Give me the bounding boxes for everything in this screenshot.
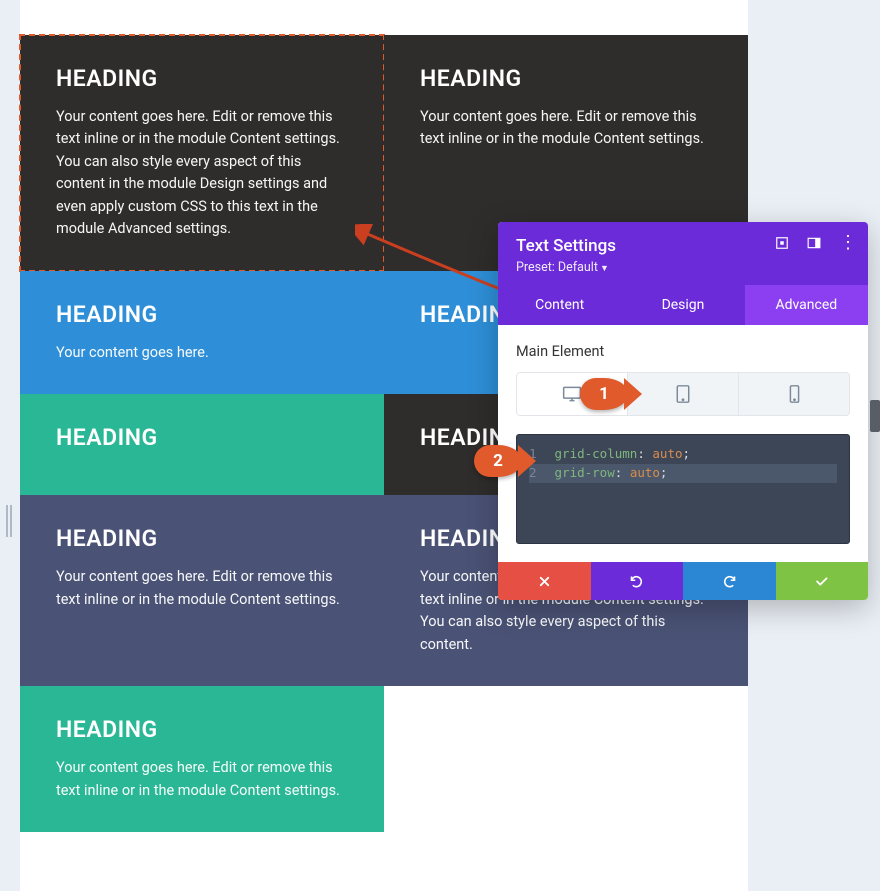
responsive-tabs [516, 372, 850, 416]
cell-body: Your content goes here. Edit or remove t… [420, 106, 712, 151]
close-icon [537, 574, 552, 589]
cell-body: Your content goes here. Edit or remove t… [56, 757, 348, 802]
cell-body: Your content goes here. [56, 342, 348, 364]
redo-icon [722, 574, 737, 589]
cell-body: Your content goes here. Edit or remove t… [56, 566, 348, 611]
text-settings-panel: Text Settings Preset: Default▼ ⋮ Content… [498, 222, 868, 600]
cell-heading: HEADING [56, 301, 348, 328]
chevron-down-icon: ▼ [600, 264, 609, 274]
cell-heading: HEADING [420, 65, 712, 92]
phone-icon [789, 385, 800, 403]
save-button[interactable] [776, 562, 869, 600]
scrollbar-thumb[interactable] [870, 400, 880, 432]
grid-cell-1[interactable]: HEADING Your content goes here. Edit or … [20, 35, 384, 271]
cell-heading: HEADING [56, 716, 348, 743]
tab-design[interactable]: Design [621, 285, 744, 325]
check-icon [814, 574, 829, 589]
panel-body: Main Element 1 grid-column: auto; 2 grid… [498, 325, 868, 562]
grid-cell-5[interactable]: HEADING [20, 394, 384, 495]
row-drag-handle[interactable] [6, 505, 16, 537]
grid-cell-7[interactable]: HEADING Your content goes here. Edit or … [20, 495, 384, 686]
tab-advanced[interactable]: Advanced [745, 285, 868, 325]
cell-heading: HEADING [56, 525, 348, 552]
grid-cell-3[interactable]: HEADING Your content goes here. [20, 271, 384, 394]
annotation-badge-1: 1 [580, 378, 628, 410]
section-label: Main Element [516, 343, 850, 360]
annotation-badge-2: 2 [474, 445, 522, 477]
panel-footer [498, 562, 868, 600]
device-tab-tablet[interactable] [628, 373, 739, 415]
tab-content[interactable]: Content [498, 285, 621, 325]
panel-tabs: Content Design Advanced [498, 285, 868, 325]
discard-button[interactable] [498, 562, 591, 600]
preset-label: Preset: Default [516, 260, 598, 275]
undo-icon [629, 574, 644, 589]
grid-cell-9[interactable]: HEADING Your content goes here. Edit or … [20, 686, 384, 832]
cell-heading: HEADING [56, 65, 348, 92]
desktop-icon [562, 385, 582, 403]
tablet-icon [676, 385, 690, 403]
focus-icon[interactable] [775, 236, 789, 250]
redo-button[interactable] [683, 562, 776, 600]
dock-icon[interactable] [807, 236, 821, 250]
cell-heading: HEADING [56, 424, 348, 451]
preset-selector[interactable]: Preset: Default▼ [516, 260, 850, 275]
device-tab-phone[interactable] [739, 373, 849, 415]
panel-header[interactable]: Text Settings Preset: Default▼ ⋮ [498, 222, 868, 285]
custom-css-editor[interactable]: 1 grid-column: auto; 2 grid-row: auto; [516, 434, 850, 544]
undo-button[interactable] [591, 562, 684, 600]
cell-body: Your content goes here. Edit or remove t… [56, 106, 348, 241]
